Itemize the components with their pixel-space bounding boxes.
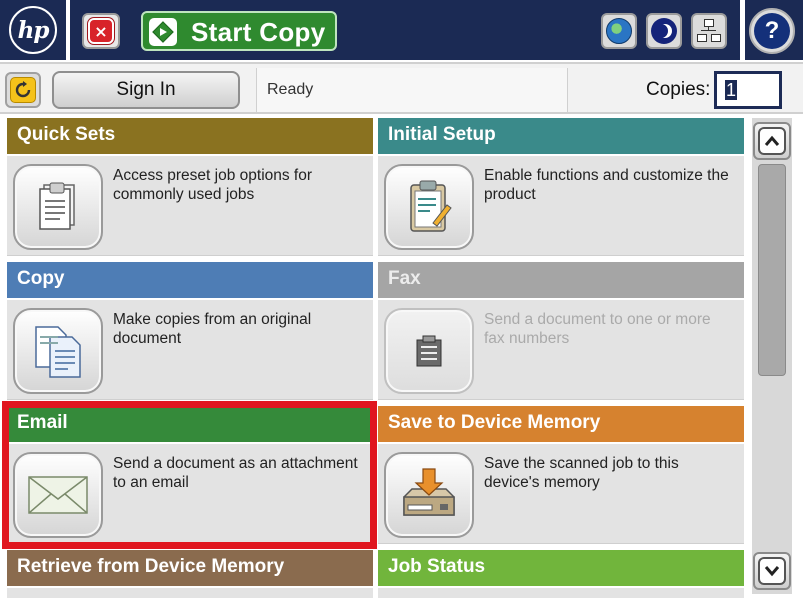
copy-documents-icon[interactable] [13,308,103,394]
status-panel: Ready [256,68,568,112]
tile-title: Fax [378,262,744,298]
top-bar: hp × Start Copy ? [0,0,803,62]
tile-body: Save the scanned job to this device's me… [378,444,744,544]
tile-body: Make copies from an original document [7,300,373,400]
language-button[interactable] [601,13,637,49]
tile-body: Send a document to one or more fax numbe… [378,300,744,400]
network-icon [696,18,722,44]
sleep-button[interactable] [646,13,682,49]
fax-icon [384,308,474,394]
tile-initial-setup[interactable]: Initial Setup Enable functions and custo… [378,118,744,256]
chevron-down-icon [758,557,786,585]
tile-save-to-device-memory[interactable]: Save to Device Memory Save the scanned j… [378,406,744,544]
tile-title: Initial Setup [378,118,744,154]
tile-description: Save the scanned job to this device's me… [484,455,679,491]
start-copy-button[interactable]: Start Copy [141,11,337,51]
sign-in-button[interactable]: Sign In [52,71,240,109]
tile-job-status[interactable]: Job Status [378,550,744,598]
tile-body: Access preset job options for commonly u… [7,156,373,256]
tile-description: Enable functions and customize the produ… [484,167,729,203]
help-button[interactable]: ? [749,8,795,54]
chevron-up-icon [758,127,786,155]
network-button[interactable] [691,13,727,49]
scroll-thumb[interactable] [758,164,786,376]
tile-body: Send a document as an attachment to an e… [7,444,373,544]
copies-label: Copies: [646,79,711,100]
scroll-down-button[interactable] [753,552,791,590]
clipboard-pencil-icon[interactable] [384,164,474,250]
tile-title: Job Status [378,550,744,586]
tile-fax: Fax Send a document to one or more fax n… [378,262,744,400]
tile-description: Send a document as an attachment to an e… [113,455,358,491]
tile-description: Make copies from an original document [113,311,312,347]
tile-body [7,588,373,598]
tile-title: Retrieve from Device Memory [7,550,373,586]
copies-input[interactable]: 1 [714,71,782,109]
tile-copy[interactable]: Copy Make copies from an original docume… [7,262,373,400]
status-text: Ready [267,81,314,98]
tile-quick-sets[interactable]: Quick Sets Access preset job options for… [7,118,373,256]
tile-description: Send a document to one or more fax numbe… [484,311,711,347]
hp-logo: hp [0,0,66,60]
status-bar: Sign In Ready Copies: 1 [0,62,803,114]
help-icon: ? [754,13,790,49]
tile-title: Copy [7,262,373,298]
tile-title: Quick Sets [7,118,373,154]
save-to-device-icon[interactable] [384,452,474,538]
hp-logo-icon: hp [9,6,57,54]
globe-icon [606,18,632,44]
start-icon [149,18,177,46]
envelope-icon[interactable] [13,452,103,538]
start-copy-label: Start Copy [191,17,326,47]
tile-title: Email [7,406,373,442]
clipboard-stack-icon[interactable] [13,164,103,250]
tile-body: Enable functions and customize the produ… [378,156,744,256]
stop-icon: × [88,18,114,44]
refresh-icon [10,77,36,103]
moon-icon [651,18,677,44]
tile-email[interactable]: Email Send a document as an attachment t… [7,406,373,544]
copies-value: 1 [725,80,738,100]
tile-title: Save to Device Memory [378,406,744,442]
reset-button[interactable] [5,72,41,108]
tile-body [378,588,744,598]
stop-button[interactable]: × [82,13,120,49]
tile-retrieve-from-device-memory[interactable]: Retrieve from Device Memory [7,550,373,598]
tile-description: Access preset job options for commonly u… [113,167,313,203]
scroll-up-button[interactable] [753,122,791,160]
